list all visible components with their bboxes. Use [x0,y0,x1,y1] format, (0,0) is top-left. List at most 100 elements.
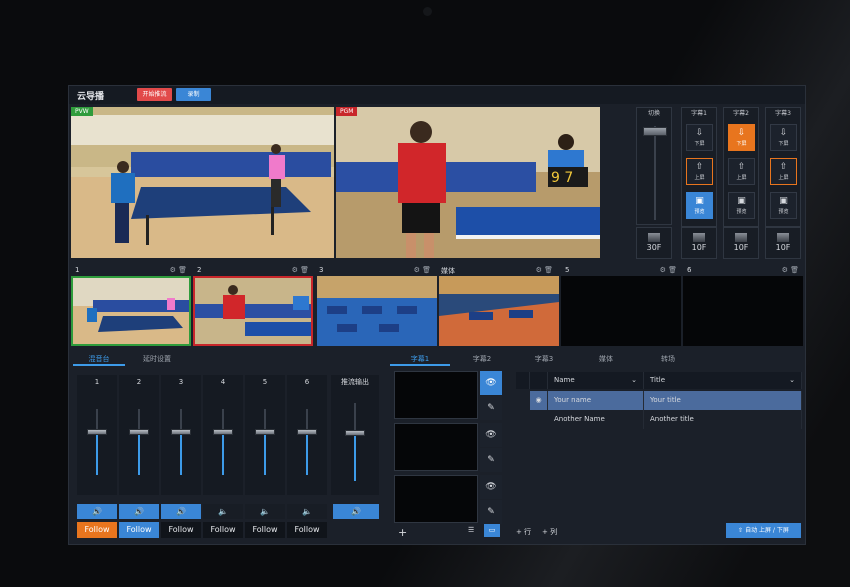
mixer-channel-2: 2 [119,375,159,495]
col-title-header[interactable]: Title ⌄ [644,372,802,389]
tab-media[interactable]: 媒体 [576,352,636,366]
table-row-select[interactable]: ◉ [530,391,548,410]
sub1-preview-button[interactable]: ▣ 预览 [686,192,713,219]
app-window: 云导播 开始推流 录制 PVW 9 7 PGM 切换 字幕1 ⇩ 下屏 ⇧ 上屏… [68,85,806,545]
start-stream-button[interactable]: 开始推流 [137,88,172,101]
subtitle-table: Name ⌄ Title ⌄ ◉ Your name Your title Anot… [516,372,802,432]
channel-3-follow-button[interactable]: Follow [161,522,201,538]
sub3-up-button[interactable]: ⇧ 上屏 [770,158,797,185]
add-column-button[interactable]: + 列 [542,527,557,537]
switch-label: 切换 [647,110,660,117]
tab-delay-settings[interactable]: 延时设置 [127,352,187,366]
edit-icon[interactable]: ✎ [480,396,502,420]
svg-text:9 7: 9 7 [551,170,573,186]
output-speaker-button[interactable]: 🔊 [333,504,379,519]
output-level-meter [354,433,356,481]
channel-number: 3 [178,378,184,386]
channel-6-follow-button[interactable]: Follow [287,522,327,538]
grid-view-icon[interactable]: ▭ [484,524,500,537]
channel-level-meter [96,432,98,475]
table-row[interactable]: Another Name [548,410,644,429]
tab-sub3[interactable]: 字幕3 [514,352,574,366]
channel-6-speaker-button[interactable]: 🔈 [287,504,327,519]
pgm-label: PGM [336,107,358,116]
source-thumbnail-2[interactable] [193,276,313,346]
add-row-button[interactable]: + 行 [516,527,531,537]
source-header-5: 5 ⚙ 🗑 [565,266,677,274]
sub2-preview-button[interactable]: ▣ 预览 [728,192,755,219]
channel-1-follow-button[interactable]: Follow [77,522,117,538]
channel-fader-knob[interactable] [171,429,191,435]
channel-number: 5 [262,378,268,386]
sub3-down-button[interactable]: ⇩ 下屏 [770,124,797,151]
source-thumbnail-1[interactable] [71,276,191,346]
table-row-handle-header [516,372,530,389]
arrow-down-icon: ⇩ [695,128,704,138]
switch-fader-track[interactable] [654,126,656,220]
output-fader-knob[interactable] [345,430,365,436]
sub2-duration[interactable]: 10F [723,227,759,259]
auto-up-down-button[interactable]: ⇧ 自动 上屏 / 下屏 [726,523,801,538]
app-title: 云导播 [77,92,105,102]
channel-fader-knob[interactable] [297,429,317,435]
edit-icon[interactable]: ✎ [480,500,502,524]
sub1-up-button[interactable]: ⇧ 上屏 [686,158,713,185]
tab-sub2[interactable]: 字幕2 [452,352,512,366]
channel-2-follow-button[interactable]: Follow [119,522,159,538]
table-row[interactable]: Your name [548,391,644,410]
channel-level-meter [180,432,182,475]
channel-4-follow-button[interactable]: Follow [203,522,243,538]
mixer-channel-6: 6 [287,375,327,495]
sub3-preview-button[interactable]: ▣ 预览 [770,192,797,219]
tab-sub1[interactable]: 字幕1 [390,352,450,366]
channel-2-speaker-button[interactable]: 🔊 [119,504,159,519]
edit-icon[interactable]: ✎ [480,448,502,472]
switch-fader-knob[interactable] [643,127,667,136]
pvw-monitor[interactable]: PVW [71,107,334,258]
channel-5-speaker-button[interactable]: 🔈 [245,504,285,519]
eye-icon[interactable]: 👁 [480,371,502,395]
arrow-up-icon: ⇧ [695,162,704,172]
tab-transition[interactable]: 转场 [638,352,698,366]
pgm-monitor[interactable]: 9 7 PGM [336,107,600,258]
subtitle-slot-1[interactable] [394,371,478,419]
arrow-down-icon: ⇩ [779,128,788,138]
source-thumbnail-media[interactable] [439,276,559,346]
channel-fader-knob[interactable] [213,429,233,435]
preview-icon: ▣ [695,196,704,206]
source-thumbnail-6[interactable] [683,276,803,346]
pvw-scene-image [71,107,334,258]
channel-fader-knob[interactable] [87,429,107,435]
channel-1-speaker-button[interactable]: 🔊 [77,504,117,519]
source-thumbnail-5[interactable] [561,276,681,346]
table-row[interactable]: Another title [644,410,802,429]
sub2-up-button[interactable]: ⇧ 上屏 [728,158,755,185]
channel-5-follow-button[interactable]: Follow [245,522,285,538]
channel-level-meter [306,432,308,475]
record-button[interactable]: 录制 [176,88,211,101]
subtitle-slot-2[interactable] [394,423,478,471]
switch-duration[interactable]: 30F [636,227,672,259]
source-header-2: 2 ⚙ 🗑 [197,266,309,274]
channel-fader-knob[interactable] [129,429,149,435]
sub2-down-button[interactable]: ⇩ 下屏 [728,124,755,151]
sub1-duration[interactable]: 10F [681,227,717,259]
channel-3-speaker-button[interactable]: 🔊 [161,504,201,519]
switch-column: 切换 [636,107,672,225]
channel-level-meter [264,432,266,475]
arrow-up-icon: ⇧ [737,162,746,172]
tab-mixer[interactable]: 混音台 [73,352,125,366]
channel-4-speaker-button[interactable]: 🔈 [203,504,243,519]
subtitle-slot-3[interactable] [394,475,478,523]
source-thumbnail-3[interactable] [317,276,437,346]
table-row[interactable]: Your title [644,391,802,410]
sub3-duration[interactable]: 10F [765,227,801,259]
eye-icon[interactable]: 👁 [480,475,502,499]
eye-icon[interactable]: 👁 [480,423,502,447]
sub1-down-button[interactable]: ⇩ 下屏 [686,124,713,151]
add-subtitle-button[interactable]: + [398,526,407,539]
sub2-label: 字幕2 [733,110,749,117]
channel-fader-knob[interactable] [255,429,275,435]
list-view-icon[interactable]: ☰ [468,526,474,534]
col-name-header[interactable]: Name ⌄ [548,372,644,389]
